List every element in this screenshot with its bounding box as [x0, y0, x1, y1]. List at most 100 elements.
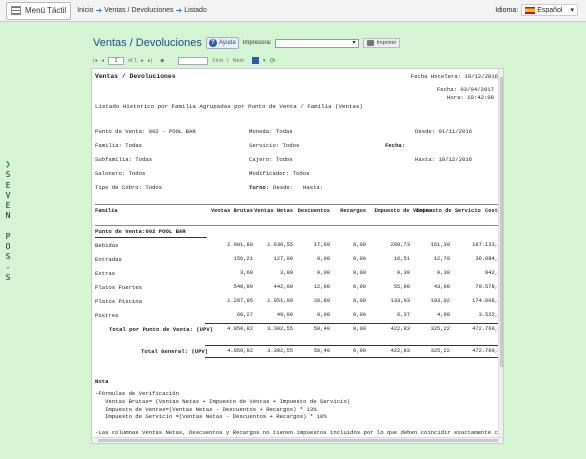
- sidebar-letter: S: [5, 170, 11, 180]
- header-bottom-line: [95, 225, 498, 226]
- print-label: Imprimir: [376, 40, 397, 46]
- sidebar-seven-pos[interactable]: ❯ S E V E N P O S - S: [2, 160, 14, 283]
- total-general-line: [205, 345, 498, 346]
- row-value-cell: 0,00: [353, 242, 366, 248]
- row-value-cell: 1.630,55: [267, 242, 293, 248]
- separator: |: [227, 57, 229, 64]
- report-hora: Hora: 10:42:08: [447, 94, 494, 101]
- page-number-input[interactable]: 1: [107, 56, 124, 65]
- row-value-cell: 12,70: [433, 256, 450, 262]
- help-button[interactable]: ? Ayuda: [205, 37, 239, 49]
- find-input[interactable]: [178, 56, 209, 65]
- idioma-label: Idioma:: [495, 6, 519, 14]
- sidebar-letter: S: [5, 252, 11, 262]
- row-value-cell: 187.133,: [472, 242, 498, 248]
- filter-fecha: Fecha:: [385, 142, 406, 149]
- back-icon[interactable]: ◆: [160, 58, 164, 64]
- row-value-cell: 0,00: [317, 256, 330, 262]
- language-selector: Idioma: Español ▾: [495, 4, 578, 16]
- total-punto-venta-cell: 50,40: [313, 326, 330, 332]
- menu-label: Menú Táctil: [25, 6, 67, 15]
- row-value-cell: 127,00: [273, 256, 293, 262]
- row-value-cell: 0,00: [317, 270, 330, 276]
- nota-line: Ventas Brutas= (Ventas Netas + Impuesto …: [95, 397, 351, 405]
- page-title: Ventas / Devoluciones: [93, 37, 202, 49]
- row-value-cell: 55,90: [393, 284, 410, 290]
- report-fecha: Fecha: 03/04/2017: [436, 86, 494, 93]
- sidebar-letter: P: [5, 231, 11, 241]
- filter-turno-hasta: Hasta:: [303, 184, 324, 191]
- printer-select[interactable]: ▾: [275, 38, 360, 48]
- next-page-icon[interactable]: ▸: [141, 58, 144, 64]
- filter-moneda: Moneda: Todas: [249, 128, 293, 135]
- col-cost: Cost: [485, 208, 498, 214]
- nota-line: -Fórmulas de Verificación: [95, 390, 179, 397]
- scrollbar-thumb[interactable]: [98, 439, 498, 442]
- nota-line: Impuesto de Servicio =(Ventas Netas - De…: [95, 413, 327, 421]
- printer-icon: [367, 40, 375, 46]
- row-value-cell: 36.084,: [475, 256, 498, 262]
- find-link[interactable]: Find: [212, 58, 223, 64]
- report-viewer: Ventas / Devoluciones Fecha Hotelera: 19…: [91, 68, 504, 444]
- last-page-icon[interactable]: ▸|: [148, 58, 152, 64]
- total-general-cell: 422,83: [390, 348, 410, 354]
- col-impuesto-servicio: Impuesto de Servicio: [416, 208, 481, 214]
- row-value-cell: 0,00: [317, 312, 330, 318]
- sidebar-letter: O: [5, 242, 11, 252]
- sidebar-letter: E: [5, 180, 11, 190]
- col-familia: Familia: [95, 208, 118, 214]
- sidebar-letter: V: [5, 190, 11, 200]
- row-value-cell: 16,51: [393, 256, 410, 262]
- help-label: Ayuda: [218, 40, 236, 46]
- group-punto-venta: Punto de Venta:002 POOL BAR: [95, 228, 186, 235]
- filter-subfamilia: Subfamilia: Todas: [95, 156, 153, 163]
- help-icon: ?: [208, 39, 217, 47]
- total-general-cell: 325,22: [430, 348, 450, 354]
- row-value-cell: 70.578,: [475, 284, 498, 290]
- refresh-icon[interactable]: ⟳: [270, 57, 276, 65]
- scrollbar-thumb[interactable]: [500, 77, 503, 367]
- next-link[interactable]: Next: [233, 58, 244, 64]
- page-of-label: of 1: [127, 57, 138, 64]
- row-value-cell: 540,90: [233, 284, 253, 290]
- spain-flag-icon: [525, 6, 536, 14]
- filter-modificador: Modificador: Todos: [249, 170, 310, 177]
- nota-line: Impuesto de Ventas=(Ventas Netas - Descu…: [95, 405, 317, 413]
- row-value-cell: 4,90: [437, 312, 450, 318]
- row-value-cell: 49,00: [276, 312, 293, 318]
- row-value-cell: 0,39: [397, 270, 410, 276]
- report-title: Ventas / Devoluciones: [95, 73, 176, 80]
- col-descuentos: Descuentos: [297, 208, 330, 214]
- row-value-cell: 0,00: [353, 284, 366, 290]
- horizontal-scrollbar[interactable]: [92, 437, 503, 443]
- total-punto-venta-cell: 4.050,82: [227, 326, 253, 332]
- prev-page-icon[interactable]: ◂: [101, 58, 104, 64]
- breadcrumb-listado: Listado: [184, 7, 207, 14]
- filter-cajero: Cajero: Todos: [249, 156, 293, 163]
- report-subtitle: Listado Historico por Familia Agrupadas …: [95, 103, 363, 110]
- breadcrumb-ventas[interactable]: Ventas / Devoluciones: [104, 7, 173, 14]
- menu-tactil-button[interactable]: Menú Táctil: [6, 1, 72, 20]
- row-value-cell: 12,00: [313, 284, 330, 290]
- col-impuesto-ventas: Impuesto de Ventas: [374, 208, 433, 214]
- row-value-cell: 0,00: [353, 270, 366, 276]
- vertical-scrollbar[interactable]: [498, 69, 503, 439]
- row-value-cell: 1.051,00: [267, 298, 293, 304]
- fecha-hotelera: Fecha Hotelera: 19/12/2016: [410, 73, 498, 80]
- breadcrumb-inicio[interactable]: Inicio: [77, 7, 93, 14]
- group-underline: [95, 237, 207, 238]
- row-value-cell: 842,: [485, 270, 498, 276]
- row-value-cell: 6,37: [397, 312, 410, 318]
- filter-familia: Familia: Todas: [95, 142, 142, 149]
- sidebar-letter: S: [5, 272, 11, 282]
- chevron-down-icon[interactable]: ▾: [263, 58, 266, 64]
- export-icon[interactable]: [251, 57, 259, 64]
- print-button[interactable]: Imprimir: [363, 38, 401, 48]
- row-value-cell: 133,93: [390, 298, 410, 304]
- total-punto-venta-cell: 422,83: [390, 326, 410, 332]
- language-dropdown[interactable]: Español ▾: [521, 4, 578, 16]
- row-familia-name: Extras: [95, 270, 116, 277]
- chevron-down-icon: ▾: [570, 7, 574, 14]
- first-page-icon[interactable]: |◂: [93, 58, 97, 64]
- sidebar-letter: N: [5, 211, 11, 221]
